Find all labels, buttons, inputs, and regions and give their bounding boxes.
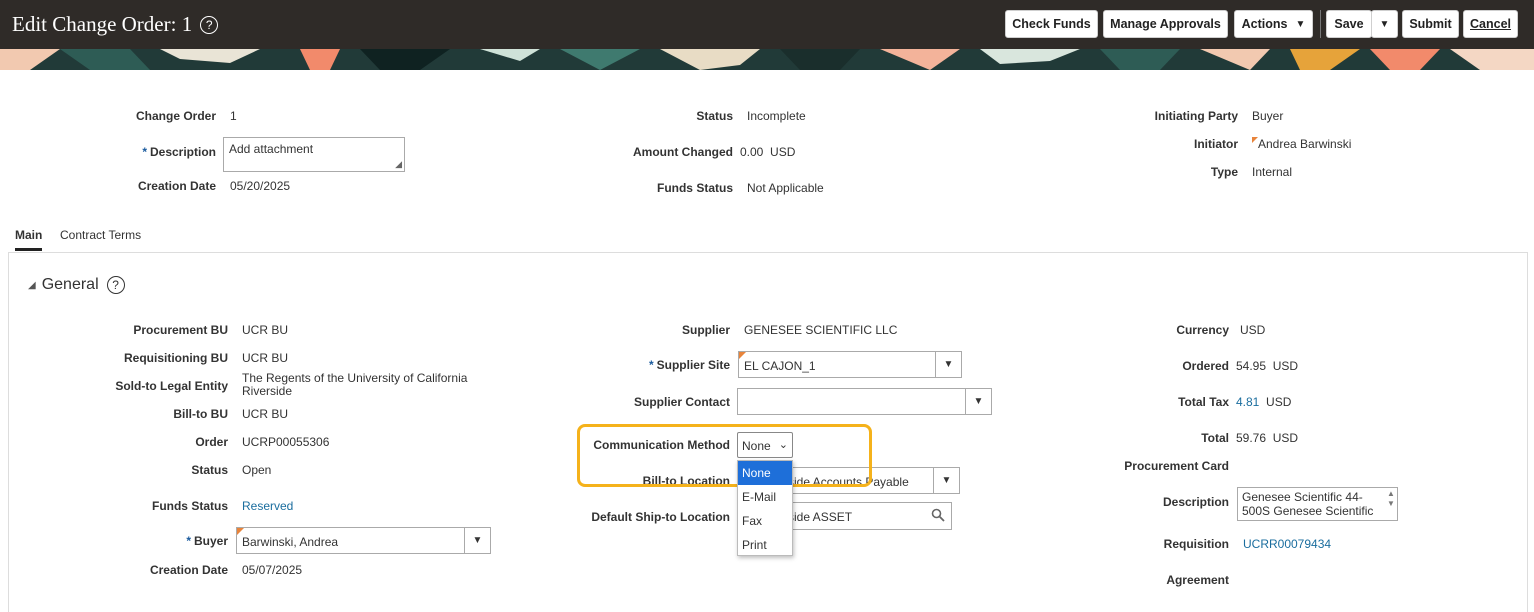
page-header: Edit Change Order: 1 ? Check Funds Manag… xyxy=(0,0,1534,49)
buyer-select[interactable]: Barwinski, Andrea ▼ xyxy=(236,527,491,554)
buyer-label: * Buyer xyxy=(186,534,228,548)
creation-date-label: Creation Date xyxy=(137,179,216,193)
procurement-card-label: Procurement Card xyxy=(1124,459,1229,473)
decorative-banner xyxy=(0,49,1534,70)
collapse-triangle-icon[interactable]: ◢ xyxy=(28,280,36,291)
ship-to-location-label: Default Ship-to Location xyxy=(591,510,730,524)
initiator-label: Initiator xyxy=(1194,137,1238,151)
supplier-value: GENESEE SCIENTIFIC LLC xyxy=(744,323,898,337)
procurement-bu-label: Procurement BU xyxy=(133,323,228,337)
supplier-contact-select[interactable]: ▼ xyxy=(737,388,992,415)
change-order-value: 1 xyxy=(230,109,237,123)
save-menu-button[interactable]: ▼ xyxy=(1371,10,1398,38)
ordered-value: 54.95 USD xyxy=(1236,359,1299,373)
dropdown-arrow-icon[interactable]: ▼ xyxy=(935,352,961,377)
line-description-field[interactable]: Genesee Scientific 44- 500S Genesee Scie… xyxy=(1237,487,1398,521)
page-title: Edit Change Order: 1 ? xyxy=(12,12,219,37)
search-icon[interactable] xyxy=(931,508,945,522)
total-tax-value: 4.81 USD xyxy=(1236,395,1292,409)
order-status-label: Status xyxy=(191,463,228,477)
initiating-party-label: Initiating Party xyxy=(1154,109,1238,123)
highlight-box xyxy=(577,424,872,487)
total-value: 59.76 USD xyxy=(1236,431,1299,445)
requisitioning-bu-label: Requisitioning BU xyxy=(124,351,228,365)
help-icon[interactable]: ? xyxy=(200,15,219,34)
toolbar-divider xyxy=(1320,10,1321,38)
requisition-link[interactable]: UCRR00079434 xyxy=(1243,537,1331,551)
supplier-site-label: * Supplier Site xyxy=(648,358,730,372)
required-asterisk: * xyxy=(186,534,191,548)
procurement-bu-value: UCR BU xyxy=(242,323,289,337)
description-label: * Description xyxy=(142,145,216,159)
description-field[interactable]: Add attachment ◢ xyxy=(223,137,405,172)
save-button[interactable]: Save xyxy=(1326,10,1372,38)
funds-status-link[interactable]: Reserved xyxy=(242,499,293,513)
tab-main[interactable]: Main xyxy=(15,228,43,251)
option-fax[interactable]: Fax xyxy=(738,509,792,533)
status-label: Status xyxy=(696,109,733,123)
creation-date-value: 05/20/2025 xyxy=(230,179,291,193)
flag-icon xyxy=(739,352,746,359)
caret-down-icon: ▼ xyxy=(1379,18,1390,30)
supplier-contact-label: Supplier Contact xyxy=(633,395,730,409)
change-order-label: Change Order xyxy=(135,109,216,123)
general-funds-status-label: Funds Status xyxy=(151,499,228,513)
communication-method-options: None E-Mail Fax Print xyxy=(737,460,793,556)
general-creation-date-value: 05/07/2025 xyxy=(242,563,303,577)
type-value: Internal xyxy=(1252,165,1293,179)
sold-to-value: The Regents of the University of Califor… xyxy=(242,371,468,398)
amount-changed-value: 0.00 USD xyxy=(740,145,796,159)
dropdown-arrow-icon[interactable]: ▼ xyxy=(464,528,490,553)
general-section-header[interactable]: ◢ General ? xyxy=(28,276,125,294)
initiating-party-value: Buyer xyxy=(1252,109,1284,123)
bill-to-bu-value: UCR BU xyxy=(242,407,289,421)
required-asterisk: * xyxy=(142,145,147,159)
bill-to-bu-label: Bill-to BU xyxy=(173,407,228,421)
agreement-label: Agreement xyxy=(1166,573,1229,587)
option-email[interactable]: E-Mail xyxy=(738,485,792,509)
help-icon[interactable]: ? xyxy=(106,276,125,294)
order-label: Order xyxy=(195,435,228,449)
status-value: Incomplete xyxy=(747,109,806,123)
currency-value: USD xyxy=(1240,323,1266,337)
cancel-button[interactable]: Cancel xyxy=(1463,10,1518,38)
general-creation-date-label: Creation Date xyxy=(149,563,228,577)
requisitioning-bu-value: UCR BU xyxy=(242,351,289,365)
ordered-label: Ordered xyxy=(1182,359,1229,373)
check-funds-button[interactable]: Check Funds xyxy=(1005,10,1098,38)
flag-icon xyxy=(237,528,244,535)
line-description-label: Description xyxy=(1162,495,1229,509)
funds-status-label: Funds Status xyxy=(656,181,733,195)
order-value: UCRP00055306 xyxy=(242,435,330,449)
type-label: Type xyxy=(1210,165,1238,179)
actions-menu-button[interactable]: Actions ▼ xyxy=(1234,10,1313,38)
dropdown-arrow-icon[interactable]: ▼ xyxy=(965,389,991,414)
tab-bar: Main Contract Terms xyxy=(0,222,1534,251)
tab-contract-terms[interactable]: Contract Terms xyxy=(60,228,141,242)
dropdown-arrow-icon[interactable]: ▼ xyxy=(933,468,959,493)
resize-handle-icon[interactable]: ◢ xyxy=(395,159,402,170)
amount-changed-label: Amount Changed xyxy=(633,145,733,159)
funds-status-value: Not Applicable xyxy=(747,181,824,195)
requisition-label: Requisition xyxy=(1163,537,1229,551)
order-status-value: Open xyxy=(242,463,272,477)
sold-to-label: Sold-to Legal Entity xyxy=(115,379,228,393)
supplier-site-select[interactable]: EL CAJON_1 ▼ xyxy=(738,351,962,378)
supplier-label: Supplier xyxy=(681,323,730,337)
total-label: Total xyxy=(1201,431,1229,445)
required-asterisk: * xyxy=(648,358,654,372)
submit-button[interactable]: Submit xyxy=(1402,10,1459,38)
scrollbar[interactable]: ▲ ▼ xyxy=(1386,489,1396,519)
option-print[interactable]: Print xyxy=(738,533,792,557)
option-none[interactable]: None xyxy=(738,461,792,485)
currency-label: Currency xyxy=(1176,323,1229,337)
caret-down-icon: ▼ xyxy=(1295,18,1306,30)
manage-approvals-button[interactable]: Manage Approvals xyxy=(1103,10,1228,38)
total-tax-link[interactable]: 4.81 xyxy=(1236,395,1259,409)
initiator-value: Andrea Barwinski xyxy=(1252,137,1351,151)
total-tax-label: Total Tax xyxy=(1178,395,1229,409)
